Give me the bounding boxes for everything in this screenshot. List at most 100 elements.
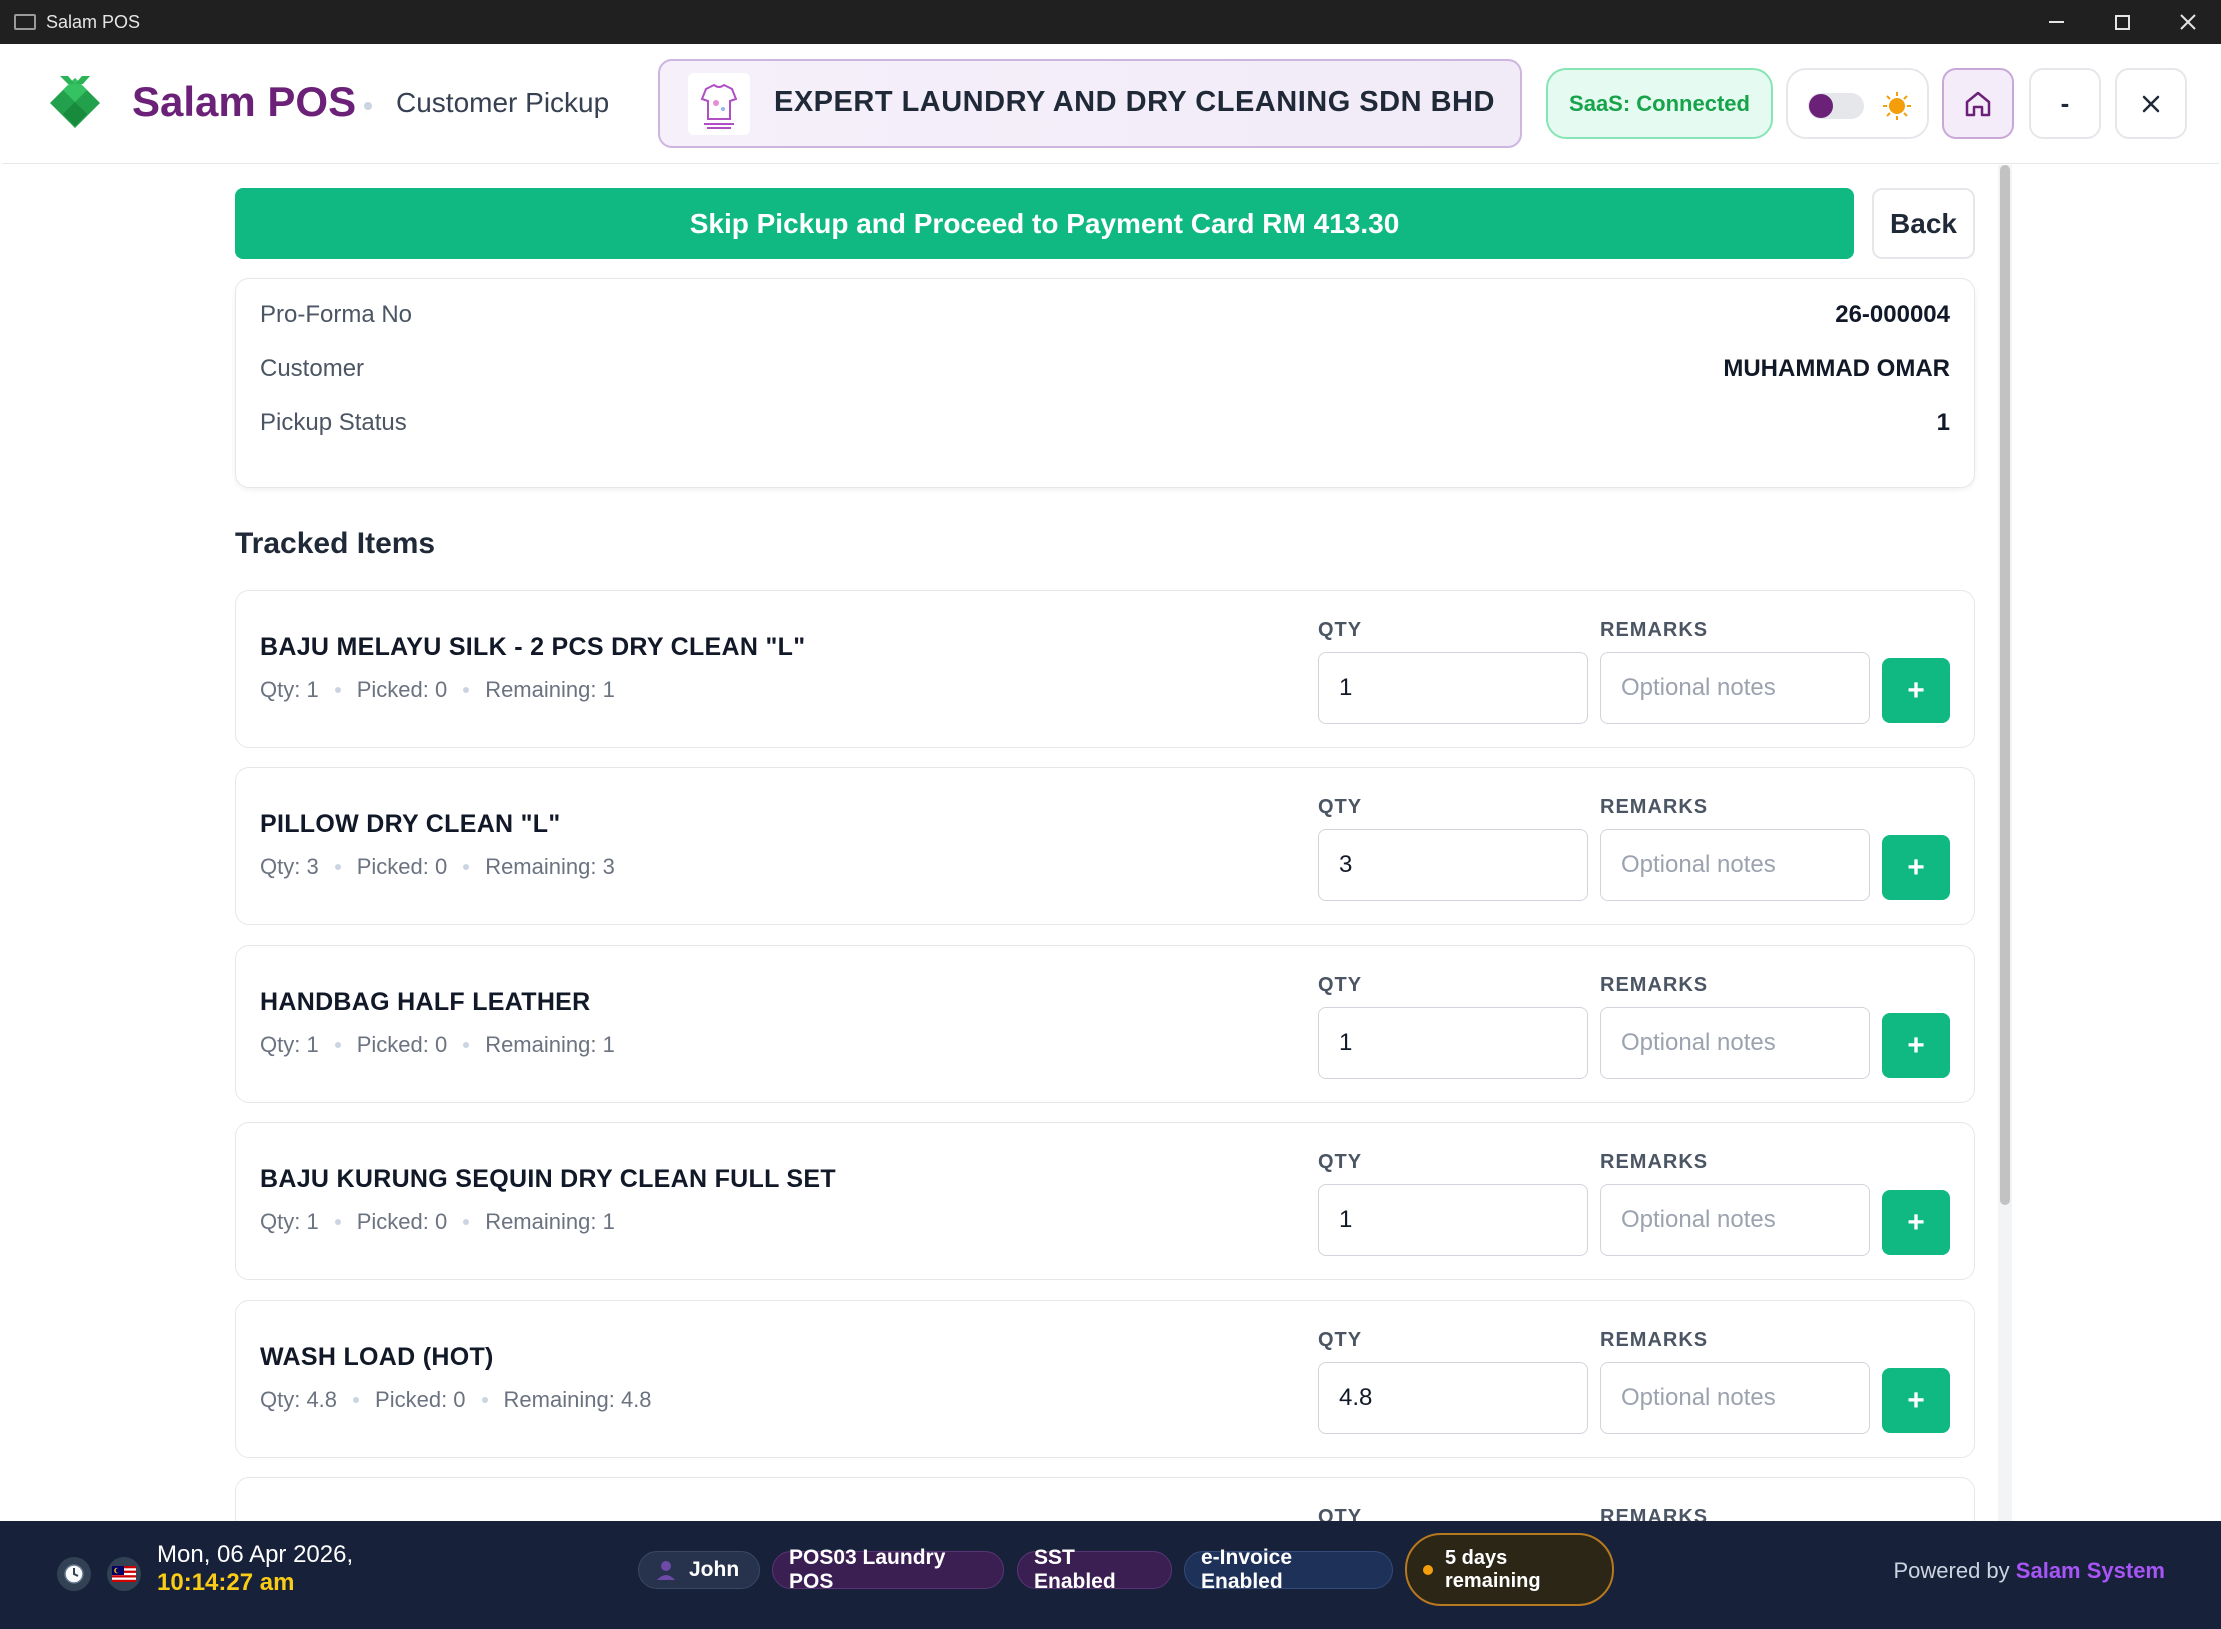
info-row-pickup-status: Pickup Status 1: [260, 403, 1950, 443]
qty-header: QTY: [1318, 1151, 1363, 1173]
remarks-header: REMARKS: [1600, 1329, 1709, 1351]
item-remaining: Remaining: 4.8: [503, 1387, 652, 1412]
sun-icon: [1883, 92, 1911, 120]
window-minimize-button[interactable]: [2023, 0, 2089, 44]
add-pickup-button[interactable]: +: [1882, 658, 1950, 723]
sst-badge: SST Enabled: [1017, 1546, 1172, 1593]
tracked-item-card: BAJU MELAYU SILK - 2 PCS DRY CLEAN "L" Q…: [235, 590, 1975, 748]
remarks-header: REMARKS: [1600, 1506, 1709, 1521]
meta-dot: [481, 1397, 488, 1403]
theme-toggle-track[interactable]: [1808, 93, 1864, 119]
remarks-header: REMARKS: [1600, 1151, 1709, 1173]
qty-input[interactable]: [1318, 652, 1588, 724]
brand-name: Salam POS: [132, 78, 357, 125]
close-icon: [2180, 14, 2196, 30]
item-picked: Picked: 0: [356, 677, 448, 702]
meta-dot: [334, 1219, 341, 1225]
qty-header: QTY: [1318, 796, 1363, 818]
home-button[interactable]: [1942, 68, 2014, 139]
window-close-button[interactable]: [2155, 0, 2221, 44]
add-pickup-button[interactable]: +: [1882, 1013, 1950, 1078]
user-name: John: [689, 1558, 740, 1581]
powered-by: Powered by Salam System: [1893, 1558, 2165, 1584]
minimize-app-button[interactable]: -: [2029, 68, 2101, 139]
add-pickup-button[interactable]: +: [1882, 1368, 1950, 1433]
meta-dot: [334, 687, 341, 693]
tracked-item-card: QTY REMARKS: [235, 1477, 1975, 1521]
add-pickup-button[interactable]: +: [1882, 1190, 1950, 1255]
remarks-header: REMARKS: [1600, 619, 1709, 641]
window-title: Salam POS: [46, 11, 141, 32]
page-title: Customer Pickup: [396, 87, 610, 118]
item-meta: Qty: 3 Picked: 0 Remaining: 3: [260, 854, 615, 880]
item-meta: Qty: 1 Picked: 0 Remaining: 1: [260, 1032, 615, 1058]
meta-dot: [463, 687, 470, 693]
item-qty: Qty: 4.8: [260, 1387, 338, 1412]
theme-toggle-knob: [1809, 94, 1833, 118]
footer-date: Mon, 06 Apr 2026,: [157, 1541, 354, 1568]
theme-toggle[interactable]: [1786, 68, 1929, 139]
license-days-badge: 5 days remaining: [1405, 1533, 1614, 1606]
remarks-input[interactable]: [1600, 652, 1870, 724]
item-qty: Qty: 1: [260, 677, 319, 702]
pos-terminal-badge: POS03 Laundry POS: [772, 1546, 1004, 1593]
remarks-input[interactable]: [1600, 1184, 1870, 1256]
skip-pickup-button[interactable]: Skip Pickup and Proceed to Payment Card …: [235, 188, 1854, 259]
item-picked: Picked: 0: [356, 1209, 448, 1234]
info-row-proforma: Pro-Forma No 26-000004: [260, 295, 1950, 335]
home-icon: [1965, 91, 1991, 116]
close-app-button[interactable]: [2115, 68, 2187, 139]
pickup-status-value: 1: [1936, 409, 1950, 436]
item-meta: Qty: 1 Picked: 0 Remaining: 1: [260, 1209, 615, 1235]
meta-dot: [353, 1397, 360, 1403]
main-scrollbar[interactable]: [1998, 165, 2012, 1521]
tracked-item-card: BAJU KURUNG SEQUIN DRY CLEAN FULL SET Qt…: [235, 1122, 1975, 1280]
proforma-number: 26-000004: [1835, 301, 1950, 328]
store-name: EXPERT LAUNDRY AND DRY CLEANING SDN BHD: [774, 86, 1495, 118]
remarks-input[interactable]: [1600, 1007, 1870, 1079]
warning-dot-icon: [1423, 1564, 1433, 1575]
item-picked: Picked: 0: [356, 854, 448, 879]
footer-time: 10:14:27 am: [157, 1569, 295, 1596]
qty-input[interactable]: [1318, 829, 1588, 901]
item-meta: Qty: 1 Picked: 0 Remaining: 1: [260, 677, 615, 703]
info-label: Customer: [260, 355, 365, 382]
remarks-input[interactable]: [1600, 829, 1870, 901]
qty-header: QTY: [1318, 619, 1363, 641]
remarks-input[interactable]: [1600, 1362, 1870, 1434]
tracked-items-title: Tracked Items: [235, 527, 436, 560]
window-controls: [2023, 0, 2221, 44]
scrollbar-thumb[interactable]: [2000, 165, 2010, 1205]
qty-input[interactable]: [1318, 1362, 1588, 1434]
status-footer: Mon, 06 Apr 2026, 10:14:27 am John POS03…: [0, 1521, 2221, 1629]
info-label: Pickup Status: [260, 409, 407, 436]
store-banner: EXPERT LAUNDRY AND DRY CLEANING SDN BHD: [658, 59, 1522, 148]
meta-dot: [334, 1042, 341, 1048]
qty-header: QTY: [1318, 1506, 1363, 1521]
saas-status-badge: SaaS: Connected: [1546, 68, 1773, 139]
item-meta: Qty: 4.8 Picked: 0 Remaining: 4.8: [260, 1387, 652, 1413]
close-icon: [2142, 95, 2160, 112]
salam-system-link[interactable]: Salam System: [2016, 1558, 2165, 1583]
days-remaining: 5 days remaining: [1445, 1546, 1541, 1592]
qty-input[interactable]: [1318, 1007, 1588, 1079]
window-titlebar: Salam POS: [0, 0, 2221, 44]
remarks-header: REMARKS: [1600, 974, 1709, 996]
einvoice-badge: e-Invoice Enabled: [1184, 1546, 1393, 1593]
store-logo-icon: [688, 73, 750, 135]
item-name: PILLOW DRY CLEAN "L": [260, 810, 561, 838]
tracked-item-card: HANDBAG HALF LEATHER Qty: 1 Picked: 0 Re…: [235, 945, 1975, 1103]
back-button[interactable]: Back: [1872, 188, 1975, 259]
separator-dot: [364, 102, 372, 110]
qty-header: QTY: [1318, 1329, 1363, 1351]
info-label: Pro-Forma No: [260, 301, 413, 328]
item-remaining: Remaining: 1: [485, 1209, 615, 1234]
app-header: Salam POS Customer Pickup EXPERT LAUNDRY…: [2, 44, 2219, 164]
window-maximize-button[interactable]: [2089, 0, 2155, 44]
item-remaining: Remaining: 1: [485, 677, 615, 702]
info-row-customer: Customer MUHAMMAD OMAR: [260, 349, 1950, 389]
qty-input[interactable]: [1318, 1184, 1588, 1256]
add-pickup-button[interactable]: +: [1882, 835, 1950, 900]
item-picked: Picked: 0: [375, 1387, 466, 1412]
tracked-item-card: PILLOW DRY CLEAN "L" Qty: 3 Picked: 0 Re…: [235, 767, 1975, 925]
